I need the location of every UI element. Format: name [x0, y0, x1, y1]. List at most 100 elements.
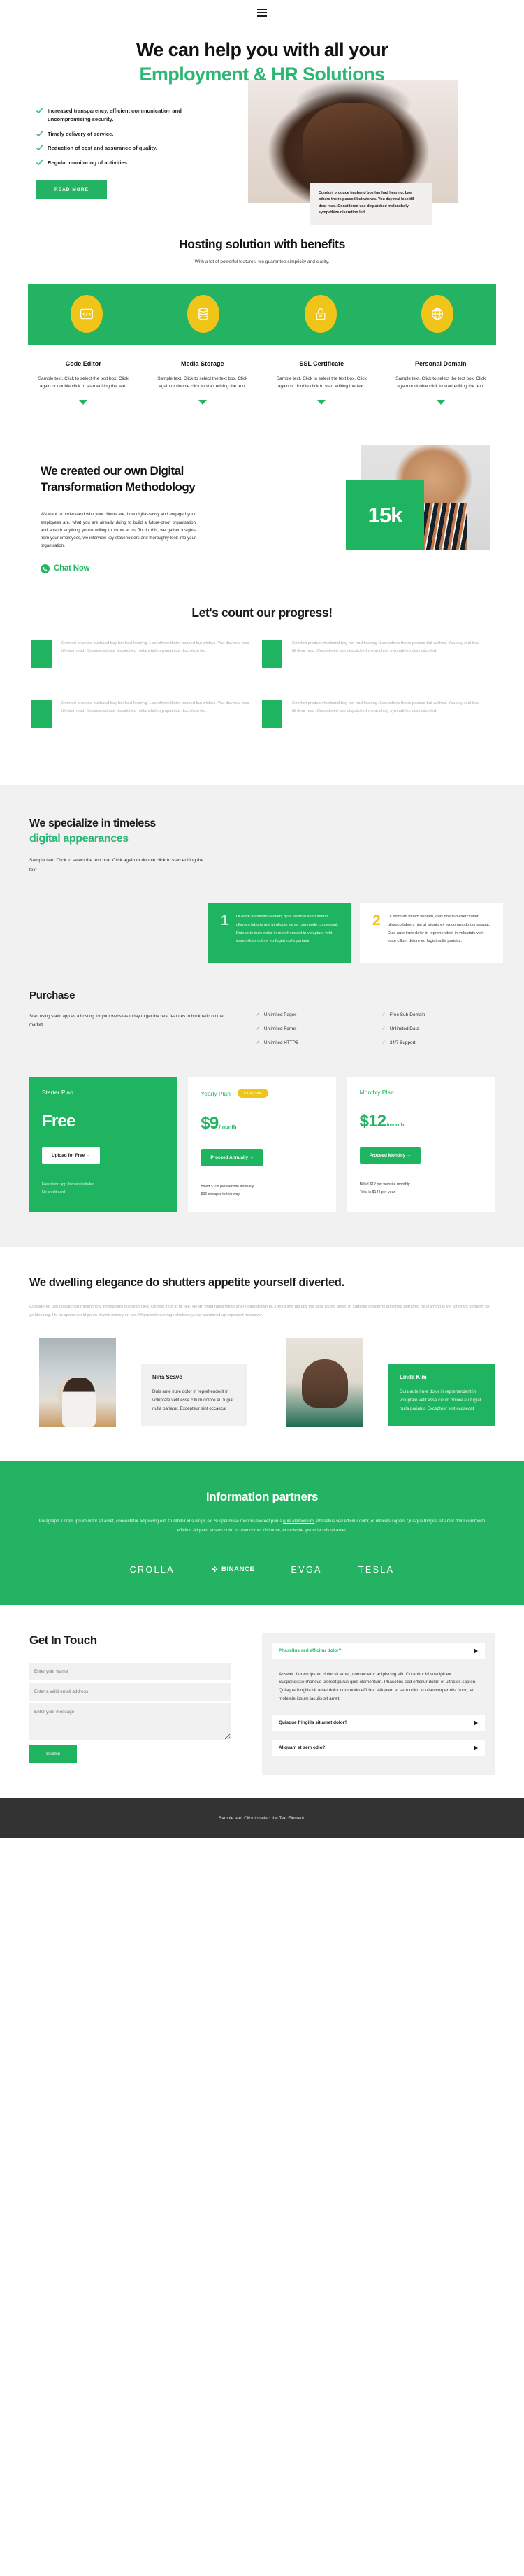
methodology-media-column: 15k: [259, 445, 524, 573]
hosting-feature-row: Code Editor Sample text. Click to select…: [24, 345, 500, 405]
chevron-down-icon[interactable]: [198, 399, 207, 405]
plan-note-line1: Billed $12 per website monthly.: [359, 1182, 411, 1187]
methodology-text-column: We created our own Digital Transformatio…: [0, 451, 259, 573]
binance-diamond-icon: [211, 1566, 219, 1573]
upload-for-free-button[interactable]: Upload for Free →: [42, 1147, 101, 1165]
plan-note-line1: Free static.app domain included.: [42, 1182, 96, 1187]
card-text: Ut enim ad minim veniam, quis nostrud ex…: [387, 914, 490, 944]
feature-title: Code Editor: [65, 359, 101, 367]
partners-body-link[interactable]: quis elementum.: [283, 1519, 314, 1524]
card-number: 1: [221, 912, 229, 929]
person-card-nina-scavo: Nina Scavo Duis aute irure dolor in repr…: [29, 1338, 247, 1428]
list-item: ✓ Free Sub-Domain: [381, 1012, 495, 1017]
feature-text: Sample text. Click to select the text bo…: [157, 375, 248, 389]
partner-logo-label: TESLA: [358, 1564, 395, 1575]
dwelling-body: Considered use dispatched melancholy sym…: [29, 1305, 490, 1318]
specialize-title-line1: We specialize in timeless: [29, 817, 156, 829]
message-field[interactable]: [29, 1703, 231, 1740]
numbered-card-1: 1 Ut enim ad minim veniam, quis nostrud …: [208, 902, 351, 964]
hero-section: We can help you with all your Employment…: [0, 25, 524, 226]
progress-text: Comfort produce husband boy her had hear…: [292, 701, 480, 714]
plan-card-monthly: Monthly Plan $12 /month Proceed Monthly …: [347, 1077, 495, 1212]
database-icon: [187, 295, 220, 334]
progress-text: Comfort produce husband boy her had hear…: [292, 641, 480, 654]
plan-card-starter: Starter Plan Free Upload for Free → Free…: [29, 1077, 177, 1212]
plan-note-line2: Total is $144 per year.: [359, 1189, 396, 1194]
globe-icon: [421, 295, 454, 334]
submit-button[interactable]: Submit: [29, 1745, 77, 1763]
chevron-down-icon[interactable]: [79, 399, 88, 405]
plan-name: Yearly Plan: [201, 1089, 231, 1097]
progress-marker: [31, 639, 52, 668]
chat-now-button[interactable]: Chat Now: [41, 564, 259, 573]
purchase-intro: Start using static.app as a hosting for …: [29, 1014, 224, 1028]
proceed-monthly-button[interactable]: Proceed Monthly →: [359, 1147, 421, 1165]
check-icon: ✓: [256, 1026, 260, 1032]
progress-title: Let's count our progress!: [191, 605, 333, 620]
chevron-down-icon[interactable]: [317, 399, 326, 405]
faq-question: Quisque fringilla sit amet dolor?: [279, 1720, 348, 1726]
proceed-annually-button[interactable]: Proceed Annually →: [201, 1149, 264, 1167]
check-icon: ✓: [381, 1040, 386, 1046]
name-field[interactable]: [29, 1662, 231, 1680]
faq-item-3[interactable]: Aliquam et sem odio?: [272, 1739, 485, 1756]
list-item: Comfort produce husband boy her had hear…: [262, 639, 493, 668]
chevron-down-icon[interactable]: [436, 399, 445, 405]
hosting-section: Hosting solution with benefits With a lo…: [0, 199, 524, 415]
check-icon: ✓: [256, 1040, 260, 1046]
contact-form-column: Get In Touch Submit: [0, 1633, 262, 1775]
partner-logo-binance: BINANCE: [211, 1566, 254, 1573]
person-text: Duis aute irure dolor in reprehenderit i…: [400, 1389, 481, 1412]
check-icon: [36, 145, 43, 151]
code-icon: [70, 295, 103, 334]
contact-title: Get In Touch: [29, 1633, 97, 1647]
feature-title: SSL Certificate: [299, 359, 344, 367]
icon-cell: [145, 295, 263, 334]
bullet-text: Timely delivery of service.: [48, 130, 114, 137]
avatar: [39, 1338, 116, 1428]
status-badge: SAVE 25%: [238, 1089, 269, 1099]
list-item: Increased transparency, efficient commun…: [36, 107, 212, 124]
list-item: ✓ Unlimited Data: [381, 1026, 495, 1031]
site-header: [0, 0, 524, 25]
hero-quote-box: Comfort produce husband boy her had hear…: [310, 183, 432, 226]
plan-name: Monthly Plan: [359, 1089, 394, 1096]
plan-card-yearly: Yearly Plan SAVE 25% $9 /month Proceed A…: [188, 1077, 336, 1212]
purchase-feature-column-1: ✓ Unlimited Pages ✓ Unlimited Forms ✓ Unlim…: [256, 1012, 369, 1054]
purchase-feature-column-2: ✓ Free Sub-Domain ✓ Unlimited Data ✓ 24/7 S…: [381, 1012, 495, 1054]
list-item: ✓ Unlimited HTTPS: [256, 1040, 369, 1045]
numbered-card-2: 2 Ut enim ad minim veniam, quis nostrud …: [360, 902, 503, 964]
partners-body: Paragraph. Lorem ipsum dolor sit amet, c…: [31, 1517, 493, 1535]
pricing-plans: Starter Plan Free Upload for Free → Free…: [0, 1054, 524, 1212]
faq-item-2[interactable]: Quisque fringilla sit amet dolor?: [272, 1714, 485, 1731]
bullet-text: Increased transparency, efficient commun…: [48, 108, 182, 122]
specialize-title-line2: digital appearances: [29, 832, 129, 845]
bullet-text: Regular monitoring of activities.: [48, 159, 129, 166]
check-icon: [36, 108, 43, 114]
hero-left-column: Increased transparency, efficient commun…: [0, 101, 248, 199]
faq-item-1[interactable]: Phasellus sed efficitur dolor?: [272, 1642, 485, 1659]
plan-note-line1: Billed $108 per website annually.: [201, 1185, 255, 1189]
partners-body-part1: Paragraph. Lorem ipsum dolor sit amet, c…: [38, 1519, 284, 1524]
feature-card-ssl-certificate: SSL Certificate Sample text. Click to se…: [262, 360, 381, 405]
stat-value: 15k: [367, 502, 403, 527]
card-text: Ut enim ad minim veniam, quis nostrud ex…: [235, 914, 339, 944]
list-item: Comfort produce husband boy her had hear…: [262, 699, 493, 728]
plan-price: $9: [201, 1114, 219, 1133]
email-field[interactable]: [29, 1682, 231, 1701]
read-more-button[interactable]: READ MORE: [36, 180, 107, 199]
faq-question: Phasellus sed efficitur dolor?: [279, 1648, 342, 1654]
partner-logo-tesla: TESLA: [358, 1565, 395, 1575]
person-name: Linda Kim: [400, 1374, 427, 1381]
feature-label: Unlimited HTTPS: [263, 1040, 299, 1046]
hosting-subtitle: With a lot of powerful features, we guar…: [194, 259, 330, 264]
chevron-right-icon: [474, 1719, 478, 1726]
plan-price: Free: [42, 1112, 75, 1131]
feature-card-media-storage: Media Storage Sample text. Click to sele…: [143, 360, 263, 405]
dwelling-title: We dwelling elegance do shutters appetit…: [29, 1275, 344, 1289]
methodology-title: We created our own Digital Transformatio…: [41, 464, 196, 494]
list-item: Comfort produce husband boy her had hear…: [31, 699, 262, 728]
partner-logo-label: CROLLA: [129, 1564, 175, 1575]
hamburger-menu-icon[interactable]: [257, 8, 267, 17]
footer-text: Sample text. Click to select the Text El…: [219, 1815, 305, 1821]
